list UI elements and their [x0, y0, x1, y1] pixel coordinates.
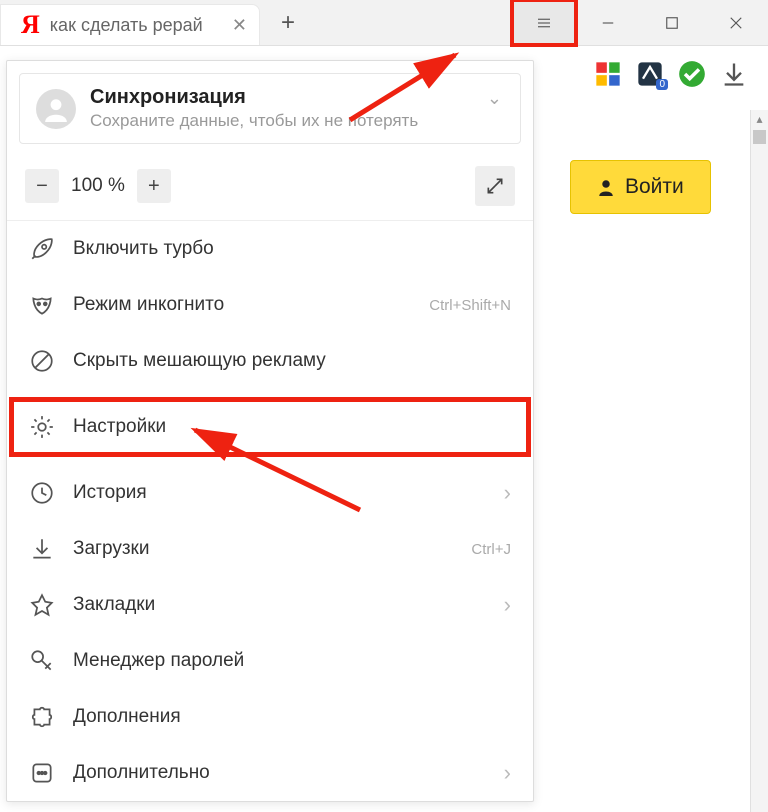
download-icon — [29, 536, 55, 562]
scroll-up-arrow[interactable]: ▴ — [751, 112, 768, 126]
scrollbar-thumb[interactable] — [753, 130, 766, 144]
menu-label: Скрыть мешающую рекламу — [73, 350, 511, 372]
downloads-icon[interactable] — [720, 60, 748, 88]
chevron-right-icon: › — [504, 592, 511, 618]
puzzle-icon — [29, 704, 55, 730]
menu-label: Загрузки — [73, 538, 453, 560]
zoom-row: − 100 % + — [7, 156, 533, 221]
tab-title: как сделать рерай — [50, 15, 222, 36]
key-icon — [29, 648, 55, 674]
menu-item-more[interactable]: Дополнительно › — [7, 745, 533, 801]
window-close-button[interactable] — [704, 0, 768, 45]
menu-item-passwords[interactable]: Менеджер паролей — [7, 633, 533, 689]
menu-label: Закладки — [73, 594, 486, 616]
yandex-logo-icon: Я — [21, 10, 40, 40]
menu-label: Настройки — [73, 416, 511, 438]
main-menu-panel: Синхронизация Сохраните данные, чтобы их… — [6, 60, 534, 802]
menu-shortcut: Ctrl+J — [471, 541, 511, 558]
zoom-value: 100 % — [71, 175, 125, 197]
zoom-in-button[interactable]: + — [137, 169, 171, 203]
window-minimize-button[interactable] — [576, 0, 640, 45]
avatar-icon — [36, 89, 76, 129]
menu-item-addons[interactable]: Дополнения — [7, 689, 533, 745]
menu-shortcut: Ctrl+Shift+N — [429, 297, 511, 314]
chevron-down-icon[interactable]: ⌄ — [487, 88, 502, 109]
new-tab-button[interactable]: + — [260, 0, 316, 45]
menu-item-turbo[interactable]: Включить турбо — [7, 221, 533, 277]
rocket-icon — [29, 236, 55, 262]
login-label: Войти — [625, 175, 684, 199]
toolbar-extensions: 0 — [594, 60, 748, 88]
menu-label: Режим инкогнито — [73, 294, 411, 316]
browser-tab[interactable]: Я как сделать рерай ✕ — [0, 4, 260, 45]
block-icon — [29, 348, 55, 374]
menu-label: Дополнительно — [73, 762, 486, 784]
menu-label: Менеджер паролей — [73, 650, 511, 672]
star-icon — [29, 592, 55, 618]
menu-label: Дополнения — [73, 706, 511, 728]
clock-icon — [29, 480, 55, 506]
gear-icon — [29, 414, 55, 440]
sync-subtitle: Сохраните данные, чтобы их не потерять — [90, 111, 418, 131]
zoom-out-button[interactable]: − — [25, 169, 59, 203]
sync-title: Синхронизация — [90, 86, 418, 109]
extension-reader-icon[interactable]: 0 — [636, 60, 664, 88]
fullscreen-button[interactable] — [475, 166, 515, 206]
main-menu-button[interactable] — [512, 0, 576, 45]
menu-item-bookmarks[interactable]: Закладки › — [7, 577, 533, 633]
chevron-right-icon: › — [504, 760, 511, 786]
page-content: Войти — [540, 110, 762, 214]
menu-item-settings[interactable]: Настройки — [7, 399, 533, 455]
more-icon — [29, 760, 55, 786]
extension-colorful-icon[interactable] — [594, 60, 622, 88]
menu-item-downloads[interactable]: Загрузки Ctrl+J — [7, 521, 533, 577]
window-maximize-button[interactable] — [640, 0, 704, 45]
sync-card[interactable]: Синхронизация Сохраните данные, чтобы их… — [19, 73, 521, 144]
tab-close-icon[interactable]: ✕ — [232, 15, 247, 36]
menu-label: Включить турбо — [73, 238, 511, 260]
vertical-scrollbar[interactable]: ▴ — [750, 110, 768, 812]
menu-item-incognito[interactable]: Режим инкогнито Ctrl+Shift+N — [7, 277, 533, 333]
mask-icon — [29, 292, 55, 318]
chevron-right-icon: › — [504, 480, 511, 506]
extension-badge: 0 — [656, 79, 668, 90]
titlebar: Я как сделать рерай ✕ + — [0, 0, 768, 46]
extension-check-icon[interactable] — [678, 60, 706, 88]
menu-label: История — [73, 482, 486, 504]
menu-item-history[interactable]: История › — [7, 465, 533, 521]
login-button[interactable]: Войти — [570, 160, 711, 214]
menu-item-hide-ads[interactable]: Скрыть мешающую рекламу — [7, 333, 533, 389]
